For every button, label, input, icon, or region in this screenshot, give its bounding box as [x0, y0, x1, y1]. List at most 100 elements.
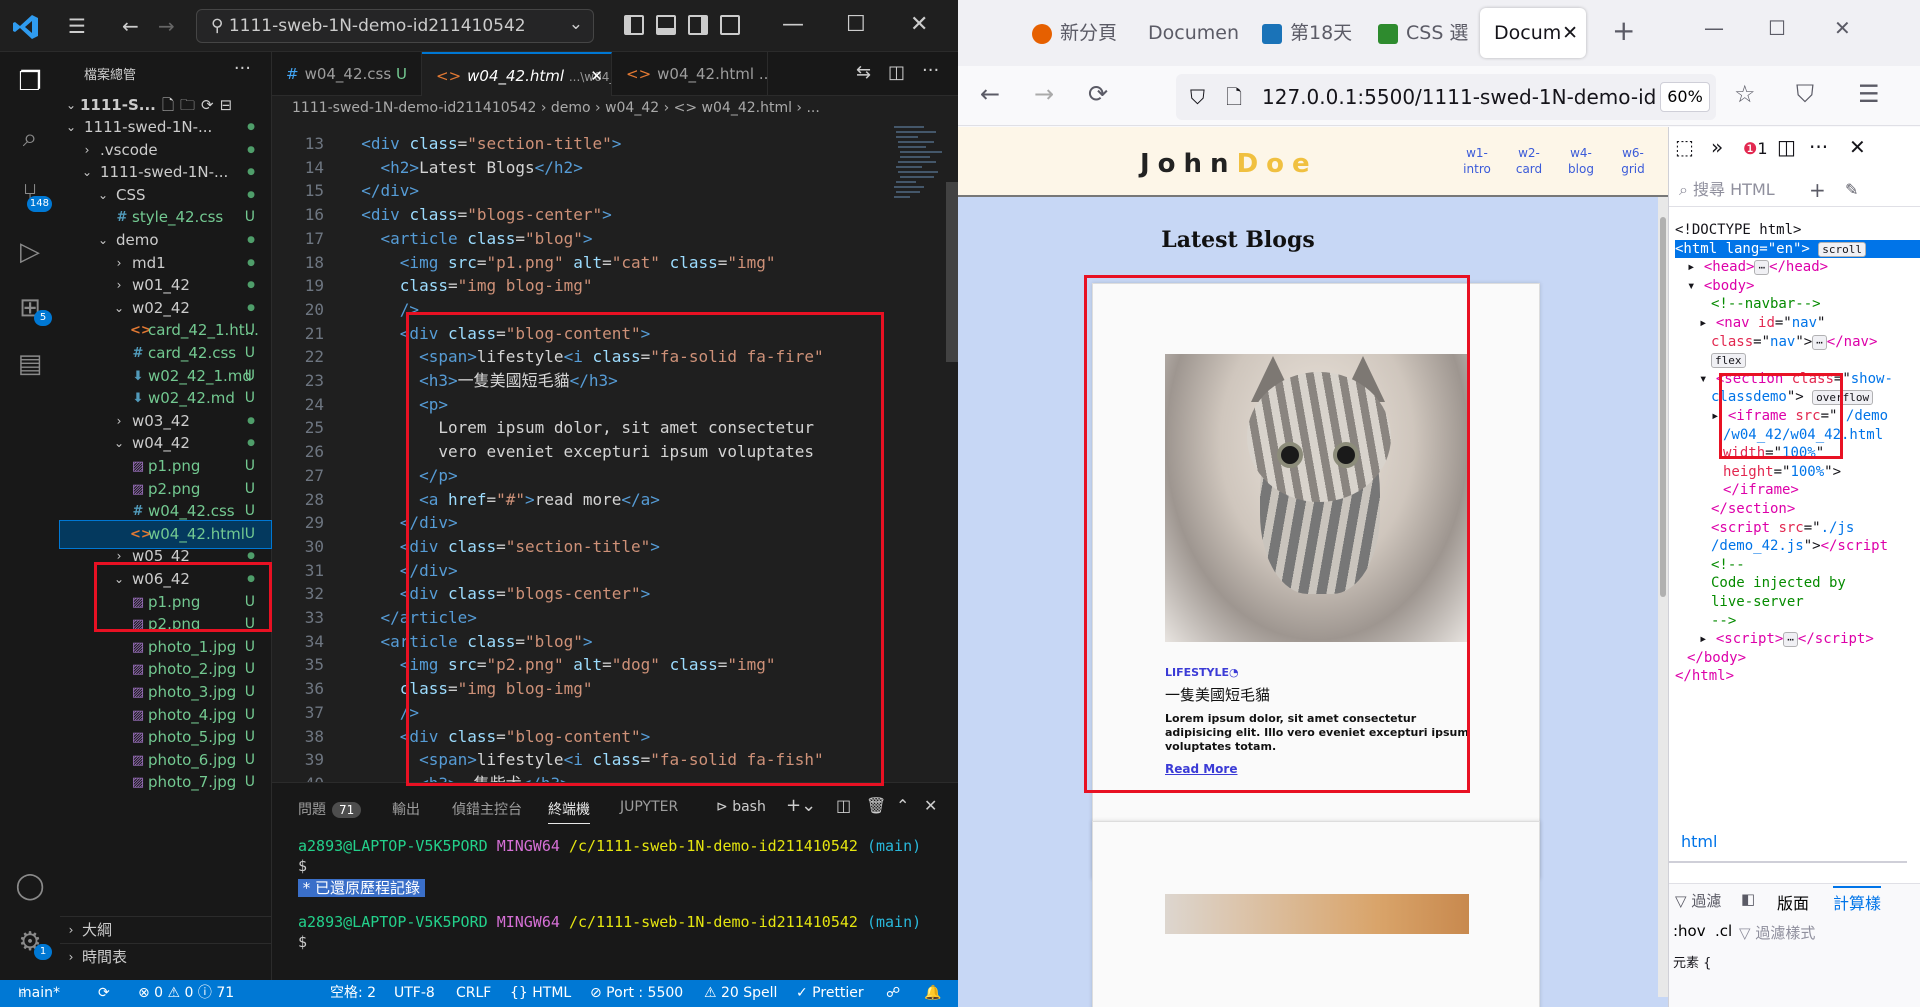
eol-status[interactable]: CRLF	[456, 980, 491, 1007]
dom-node[interactable]: /demo_42.js"></script	[1711, 537, 1888, 555]
code-line[interactable]: 28 <a href="#">read more</a>	[272, 488, 958, 512]
toggle-panel-icon[interactable]	[656, 15, 676, 35]
nav-link-w2[interactable]: w2- card	[1514, 145, 1544, 177]
minimize-icon[interactable]: —	[782, 12, 804, 37]
notifications-bell-icon[interactable]: 🔔	[924, 980, 941, 1007]
code-line[interactable]: 25 Lorem ipsum dolor, sit amet consectet…	[272, 416, 958, 440]
remote-explorer-icon[interactable]: ▤	[14, 348, 46, 380]
zoom-level[interactable]: 60%	[1660, 82, 1710, 112]
close-icon[interactable]: ✕	[1834, 16, 1851, 40]
extensions-icon[interactable]: ⊞ 5	[14, 292, 52, 326]
explorer-icon[interactable]: ❐	[14, 66, 46, 98]
menu-icon[interactable]: ☰	[1858, 80, 1880, 108]
cls-toggle[interactable]: .cl	[1715, 922, 1732, 940]
dom-node[interactable]: </html>	[1675, 667, 1734, 685]
code-line[interactable]: 19 class="img blog-img"	[272, 274, 958, 298]
error-count[interactable]: ❶1	[1743, 135, 1768, 163]
more-actions-icon[interactable]: ···	[234, 58, 251, 79]
read-more-link[interactable]: Read More	[1165, 762, 1238, 776]
page-scrollbar-thumb[interactable]	[1660, 217, 1666, 597]
add-node-icon[interactable]: +	[1809, 173, 1826, 207]
dom-node[interactable]: </section>	[1711, 500, 1795, 518]
pocket-icon[interactable]: ⛉	[1796, 80, 1814, 108]
dom-node[interactable]: <!--navbar-->	[1711, 295, 1821, 313]
dock-icon[interactable]: ◫	[1777, 133, 1796, 161]
code-line[interactable]: 38 <div class="blog-content">	[272, 725, 958, 749]
outline-section[interactable]: › 大綱	[60, 916, 271, 943]
code-line[interactable]: 18 <img src="p1.png" alt="cat" class="im…	[272, 251, 958, 275]
dom-node[interactable]: live-server	[1711, 593, 1804, 611]
code-line[interactable]: 31 </div>	[272, 559, 958, 583]
forward-icon[interactable]: →	[158, 14, 175, 38]
language-status[interactable]: {} HTML	[510, 980, 571, 1007]
eyedropper-icon[interactable]: ✎	[1845, 173, 1858, 207]
open-changes-icon[interactable]: ⇆	[856, 62, 871, 83]
tab-w04-42-html[interactable]: <>w04_42.html ...	[612, 52, 768, 96]
toggle-secondary-sidebar-icon[interactable]	[688, 15, 708, 35]
settings-gear-icon[interactable]: ⚙ 1	[14, 926, 52, 960]
maximize-icon[interactable]: ☐	[846, 12, 866, 37]
code-line[interactable]: 14 <h2>Latest Blogs</h2>	[272, 156, 958, 180]
url-bar[interactable]: ⛉ 🗋 127.0.0.1:5500/1111-swed-1N-demo-id	[1176, 74, 1716, 120]
split-editor-icon[interactable]: ◫	[888, 62, 905, 83]
code-line[interactable]: 15 </div>	[272, 179, 958, 203]
code-line[interactable]: 37 />	[272, 701, 958, 725]
dom-breadcrumb[interactable]: html	[1681, 832, 1717, 851]
dom-node[interactable]: width="100%"	[1723, 444, 1824, 462]
terminal-bash-selector[interactable]: ⊳ bash	[716, 799, 766, 815]
search-icon[interactable]: ⌕	[14, 122, 46, 154]
maximize-panel-icon[interactable]: ⌃	[896, 796, 909, 815]
nav-link-w6[interactable]: w6- grid	[1618, 145, 1648, 177]
reload-icon[interactable]: ⟳	[1088, 80, 1108, 108]
tab-w04-42-css[interactable]: # w04_42.css U	[272, 52, 422, 96]
close-tab-icon[interactable]: ✕	[1562, 8, 1578, 58]
dom-node[interactable]: <!DOCTYPE html>	[1675, 221, 1801, 239]
new-tab-icon[interactable]: +	[1612, 14, 1635, 47]
page-scrollbar[interactable]	[1658, 197, 1668, 997]
encoding-status[interactable]: UTF-8	[394, 980, 435, 1007]
hov-toggle[interactable]: :hov	[1673, 922, 1706, 940]
site-logo[interactable]: JohnDoe	[1140, 149, 1318, 179]
code-line[interactable]: 35 <img src="p2.png" alt="dog" class="im…	[272, 653, 958, 677]
dom-node[interactable]: ▸ <head> ⋯ </head>	[1687, 258, 1828, 276]
tab-layout[interactable]: 版面	[1777, 890, 1809, 914]
tab-output[interactable]: 輸出	[392, 799, 420, 819]
code-line[interactable]: 20 />	[272, 298, 958, 322]
breadcrumb[interactable]: 1111-swed-1N-demo-id211410542 › demo › w…	[292, 100, 820, 116]
back-icon[interactable]: ←	[980, 80, 1000, 108]
close-icon[interactable]: ✕	[910, 12, 928, 37]
filter-styles-input[interactable]: ▽ 過濾樣式	[1739, 922, 1815, 943]
tab-w04-42-html-active[interactable]: <>w04_42.html ...\w04_42 U✕	[422, 52, 612, 96]
tab-problems[interactable]: 問題 71	[298, 799, 362, 819]
dom-node[interactable]: ▾ <section class="show-	[1699, 370, 1893, 388]
code-line[interactable]: 24 <p>	[272, 393, 958, 417]
minimize-icon[interactable]: —	[1704, 16, 1724, 40]
trash-icon[interactable]: 🗑	[866, 796, 886, 815]
close-panel-icon[interactable]: ✕	[924, 796, 937, 815]
source-control-icon[interactable]: ⑂ 148	[14, 178, 52, 212]
dom-node[interactable]: <html lang="en"> scroll	[1675, 239, 1920, 258]
dom-node[interactable]: flex	[1711, 351, 1746, 369]
dom-node[interactable]: <script src="./js	[1711, 519, 1854, 537]
dom-node[interactable]: ▾ <body>	[1687, 277, 1754, 295]
indent-status[interactable]: 空格: 2	[330, 980, 376, 1007]
forward-icon[interactable]: →	[1034, 80, 1054, 108]
tab-terminal[interactable]: 終端機	[548, 799, 590, 824]
code-line[interactable]: 26 vero eveniet excepturi ipsum voluptat…	[272, 440, 958, 464]
terminal-prompt-2[interactable]: $	[298, 933, 307, 951]
back-icon[interactable]: ←	[122, 14, 139, 38]
code-line[interactable]: 22 <span>lifestyle<i class="fa-solid fa-…	[272, 345, 958, 369]
tree-item[interactable]: ▨ photo_7.jpg U	[60, 769, 271, 796]
code-line[interactable]: 21 <div class="blog-content">	[272, 322, 958, 346]
code-editor[interactable]: 13 <div class="section-title"> 14 <h2>Lat…	[272, 124, 958, 782]
live-server-port[interactable]: ⊘ Port : 5500	[590, 980, 683, 1007]
spell-status[interactable]: ⚠ 20 Spell	[704, 980, 777, 1007]
code-line[interactable]: 39 <span>lifestyle<i class="fa-solid fa-…	[272, 748, 958, 772]
dom-node[interactable]: /w04_42/w04_42.html	[1723, 426, 1883, 444]
dom-node[interactable]: -->	[1711, 612, 1736, 630]
code-line[interactable]: 13 <div class="section-title">	[272, 132, 958, 156]
maximize-icon[interactable]: ☐	[1768, 16, 1786, 40]
menu-icon[interactable]: ☰	[68, 14, 86, 38]
more-options-icon[interactable]: ···	[1809, 133, 1828, 161]
code-line[interactable]: 32 <div class="blogs-center">	[272, 582, 958, 606]
